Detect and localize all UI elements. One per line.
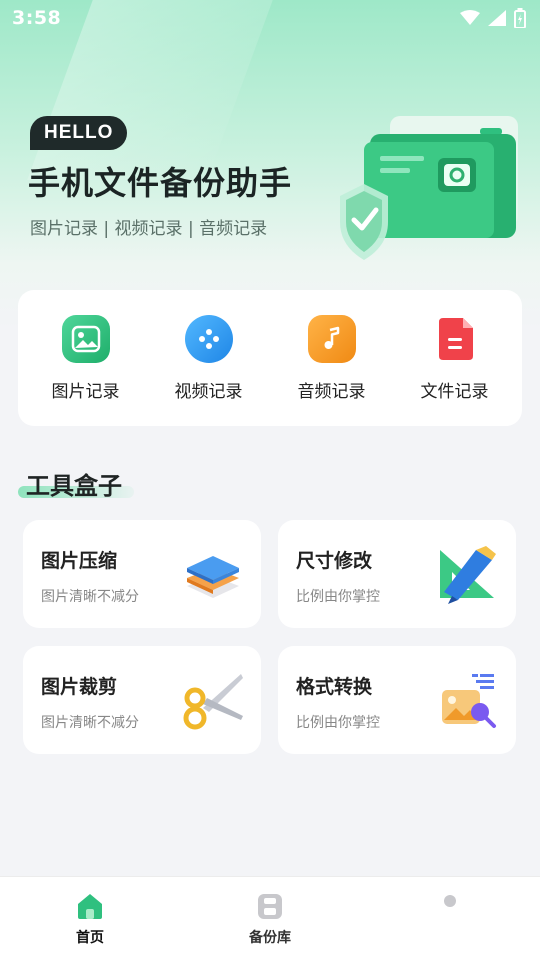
status-bar: 3:58 [0,0,540,36]
quick-action-file-record[interactable]: 文件记录 [400,315,510,402]
nav-item-profile[interactable] [390,877,510,927]
signal-icon [488,10,506,26]
nav-label: 首页 [76,930,104,946]
tool-title: 格式转换 [296,676,373,698]
tool-desc: 图片清晰不减分 [41,715,139,731]
nav-item-home[interactable]: 首页 [30,877,150,947]
hero-title: 手机文件备份助手 [28,164,293,202]
tool-title: 图片压缩 [41,550,118,572]
tool-card-image-compress[interactable]: 图片压缩 图片清晰不减分 [23,520,261,628]
tool-card-image-crop[interactable]: 图片裁剪 图片清晰不减分 [23,646,261,754]
tool-title: 图片裁剪 [41,676,118,698]
quick-action-label: 图片记录 [51,381,120,402]
quick-action-image-record[interactable]: 图片记录 [31,314,141,402]
quick-actions-card: 图片记录 视频记录 音频记录 文件记录 [18,290,522,426]
nav-item-backup[interactable]: 备份库 [210,877,330,947]
tool-card-resize[interactable]: 尺寸修改 比例由你掌控 [278,520,516,628]
tool-card-format-convert[interactable]: 格式转换 比例由你掌控 [278,646,516,754]
status-time: 3:58 [12,7,62,29]
hello-badge: HELLO [30,116,128,150]
video-reel-icon [184,314,233,363]
quick-action-video-record[interactable]: 视频记录 [154,314,264,402]
home-icon [78,894,102,919]
tools-section-title: 工具盒子 [26,472,122,500]
battery-icon [514,8,526,28]
quick-action-label: 视频记录 [174,381,243,402]
backup-folder-illustration [340,116,518,260]
quick-action-label: 文件记录 [420,381,489,402]
ruler-icon [440,546,496,604]
layers-icon [187,556,239,598]
scissors-icon [183,674,243,730]
profile-icon [444,895,456,907]
status-icons [460,8,526,28]
quick-action-label: 音频记录 [297,381,366,402]
backup-icon [258,894,282,919]
wifi-icon [460,10,480,25]
quick-action-audio-record[interactable]: 音频记录 [277,314,387,402]
tool-desc: 比例由你掌控 [296,715,380,731]
bottom-nav: 首页 备份库 [0,876,540,960]
hero-subtitle: 图片记录 | 视频记录 | 音频记录 [30,219,268,239]
convert-image-icon [442,674,496,728]
music-note-icon [307,314,356,363]
document-icon [431,315,479,363]
tool-title: 尺寸修改 [296,550,373,572]
tool-desc: 图片清晰不减分 [41,589,139,605]
tool-desc: 比例由你掌控 [296,589,380,605]
image-icon [61,314,110,363]
nav-label: 备份库 [249,930,291,946]
